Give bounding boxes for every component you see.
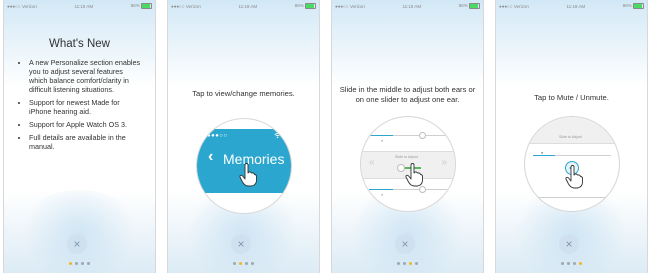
slider-hint: Slide to Adjust xyxy=(559,135,582,139)
page-dot xyxy=(233,262,236,265)
clock: 11:18 AM xyxy=(238,3,258,9)
carrier-label: Verizon xyxy=(21,3,37,9)
phone-screen-mute: ●●●○○ Verizon 11:18 AM 86% Tap to Mute /… xyxy=(495,0,648,273)
close-button[interactable]: × xyxy=(395,234,415,254)
status-bar: ●●●○○ Verizon 11:18 AM 86% xyxy=(168,0,319,12)
signal-icon: ●●●○○ xyxy=(499,3,514,9)
list-item: Support for Apple Watch OS 3. xyxy=(29,120,143,129)
mini-dot: ● xyxy=(381,139,384,143)
page-dot xyxy=(81,262,84,265)
tap-hand-icon xyxy=(405,163,423,187)
whats-new-list: A new Personalize section enables you to… xyxy=(19,58,143,155)
mini-dot: ● xyxy=(541,151,544,155)
close-icon: × xyxy=(401,237,409,251)
signal-icon: ●●●○○ xyxy=(207,133,228,139)
memories-magnifier: ●●●○○ ‹ Memories xyxy=(196,118,292,214)
page-dot xyxy=(397,262,400,265)
close-icon: × xyxy=(565,237,573,251)
tap-hand-icon xyxy=(239,163,257,187)
instruction-caption: Slide in the middle to adjust both ears … xyxy=(339,85,476,104)
page-dot-active xyxy=(69,262,72,265)
slider-knob-left-ear[interactable] xyxy=(419,132,426,139)
status-bar: ●●●○○ Verizon 11:18 AM 86% xyxy=(4,0,155,12)
page-dot xyxy=(75,262,78,265)
list-item: A new Personalize section enables you to… xyxy=(29,58,143,94)
close-button[interactable]: × xyxy=(67,234,87,254)
page-dot xyxy=(415,262,418,265)
close-icon: × xyxy=(73,237,81,251)
list-item: Support for newest Made for iPhone heari… xyxy=(29,98,143,116)
instruction-caption: Tap to Mute / Unmute. xyxy=(534,93,609,102)
clock: 11:18 AM xyxy=(566,3,586,9)
battery-percent: 86% xyxy=(622,3,632,9)
slider-fill xyxy=(533,155,555,156)
phone-screen-whats-new: ●●●○○ Verizon 11:18 AM 86% What's New A … xyxy=(3,0,156,273)
page-dot xyxy=(567,262,570,265)
signal-icon: ●●●○○ xyxy=(7,3,22,9)
chevron-left-icon: « xyxy=(369,157,375,168)
close-icon: × xyxy=(237,237,245,251)
close-button[interactable]: × xyxy=(231,234,251,254)
top-slider-band xyxy=(525,117,619,144)
chevron-right-icon: » xyxy=(441,157,447,168)
clock: 11:18 AM xyxy=(74,3,94,9)
slider-hint: Slide to Adjust xyxy=(395,155,418,159)
close-button[interactable]: × xyxy=(559,234,579,254)
page-dot xyxy=(251,262,254,265)
page-dot-active xyxy=(409,262,412,265)
status-bar: ●●●○○ Verizon 11:18 AM 86% xyxy=(496,0,647,12)
slider-magnifier: ● « » Slide to Adjust ● xyxy=(360,116,456,212)
page-dot xyxy=(245,262,248,265)
tap-hand-icon xyxy=(565,165,583,189)
list-item: Full details are available in the manual… xyxy=(29,133,143,151)
phone-screen-memories: ●●●○○ Verizon 11:18 AM 86% Tap to view/c… xyxy=(167,0,320,273)
page-dot xyxy=(573,262,576,265)
battery-percent: 86% xyxy=(294,3,304,9)
mini-dot: ● xyxy=(381,193,384,197)
page-indicator xyxy=(496,262,647,265)
instruction-caption: Tap to view/change memories. xyxy=(192,89,295,98)
battery-icon xyxy=(632,3,644,9)
slider-knob-right-ear[interactable] xyxy=(419,186,426,193)
signal-icon: ●●●○○ xyxy=(335,3,350,9)
battery-icon xyxy=(468,3,480,9)
battery-icon xyxy=(140,3,152,9)
battery-icon xyxy=(304,3,316,9)
phone-screen-volume-slider: ●●●○○ Verizon 11:18 AM 86% Slide in the … xyxy=(331,0,484,273)
carrier-label: Verizon xyxy=(513,3,529,9)
battery-percent: 86% xyxy=(458,3,468,9)
page-dot-active xyxy=(239,262,242,265)
page-dot-active xyxy=(579,262,582,265)
battery-percent: 86% xyxy=(130,3,140,9)
slider-fill-left-ear xyxy=(369,135,393,136)
slider-track-lower xyxy=(533,197,611,198)
page-indicator xyxy=(4,262,155,265)
clock: 11:18 AM xyxy=(402,3,422,9)
page-title: What's New xyxy=(49,38,110,50)
chevron-left-icon: ‹ xyxy=(208,148,214,165)
carrier-label: Verizon xyxy=(185,3,201,9)
page-dot xyxy=(561,262,564,265)
wifi-icon xyxy=(274,132,281,139)
page-indicator xyxy=(168,262,319,265)
page-dot xyxy=(403,262,406,265)
mute-magnifier: Slide to Adjust ● xyxy=(524,116,620,212)
signal-icon: ●●●○○ xyxy=(171,3,186,9)
slider-fill-right-ear xyxy=(369,189,393,190)
background-glow xyxy=(14,190,144,273)
status-bar: ●●●○○ Verizon 11:18 AM 86% xyxy=(332,0,483,12)
page-dot xyxy=(87,262,90,265)
page-indicator xyxy=(332,262,483,265)
carrier-label: Verizon xyxy=(349,3,365,9)
